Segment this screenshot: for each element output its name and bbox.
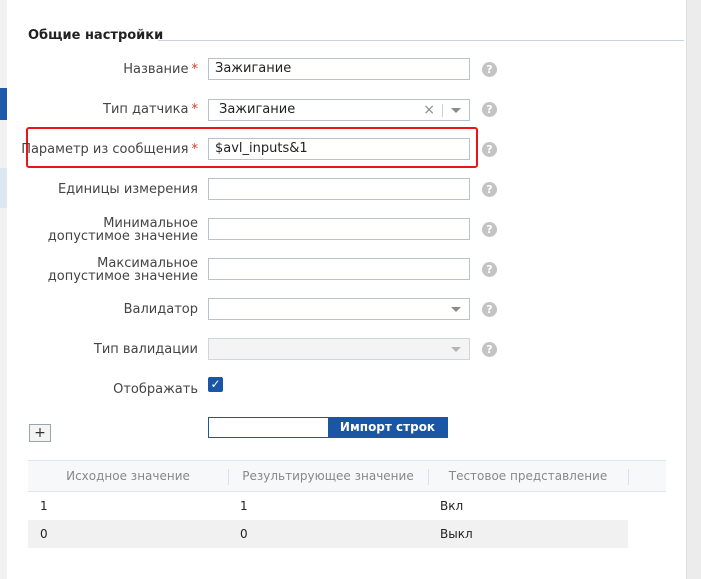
name-label: Название * [123, 62, 199, 77]
column-header[interactable]: Результирующее значение [228, 461, 428, 491]
help-icon[interactable]: ? [482, 342, 497, 357]
help-icon[interactable]: ? [482, 62, 497, 77]
display-label: Отображать [113, 382, 198, 397]
table-cell: 0 [240, 527, 248, 541]
left-sidebar-edge [0, 0, 7, 579]
chevron-down-icon [451, 347, 461, 352]
table-header: Исходное значение Результирующее значени… [28, 460, 666, 492]
help-icon[interactable]: ? [482, 302, 497, 317]
sidebar-active-marker [0, 88, 7, 120]
message-param-label: Параметр из сообщения * [21, 142, 199, 157]
table-cell: Выкл [440, 527, 473, 541]
units-input[interactable] [208, 178, 470, 200]
column-header[interactable]: Исходное значение [28, 461, 228, 491]
select-separator [442, 104, 443, 117]
validation-type-select [208, 338, 470, 360]
max-value-label: Максимальное допустимое значение [47, 256, 198, 284]
table-cell: 1 [240, 499, 248, 513]
required-marker: * [191, 142, 199, 157]
values-table: Исходное значение Результирующее значени… [28, 460, 666, 548]
vertical-scrollbar[interactable] [686, 0, 701, 579]
table-cell: 0 [40, 527, 48, 541]
table-row[interactable]: 1 1 Вкл [28, 492, 666, 520]
import-rows-button[interactable]: Импорт строк [328, 418, 447, 437]
clear-icon[interactable]: × [423, 100, 435, 120]
validator-select[interactable] [208, 298, 470, 320]
table-row[interactable]: 0 0 Выкл [28, 520, 628, 548]
section-title: Общие настройки [28, 28, 164, 43]
display-checkbox[interactable]: ✓ [208, 377, 223, 392]
help-icon[interactable]: ? [482, 102, 497, 117]
sidebar-item-edge[interactable] [0, 168, 7, 208]
help-icon[interactable]: ? [482, 142, 497, 157]
min-value-input[interactable] [208, 218, 470, 240]
table-cell: 1 [40, 499, 48, 513]
section-divider [158, 40, 684, 41]
max-value-input[interactable] [208, 258, 470, 280]
help-icon[interactable]: ? [482, 262, 497, 277]
chevron-down-icon[interactable] [451, 307, 461, 312]
column-divider[interactable] [628, 469, 629, 485]
add-row-button[interactable]: + [29, 424, 51, 442]
chevron-down-icon[interactable] [451, 108, 461, 113]
help-icon[interactable]: ? [482, 182, 497, 197]
required-marker: * [191, 102, 199, 117]
validator-label: Валидатор [123, 302, 198, 317]
name-input[interactable]: Зажигание [208, 58, 470, 80]
table-cell: Вкл [440, 499, 464, 513]
import-file-control[interactable]: Импорт строк [208, 417, 448, 438]
validation-type-label: Тип валидации [93, 342, 198, 357]
help-icon[interactable]: ? [482, 222, 497, 237]
min-value-label: Минимальное допустимое значение [47, 216, 198, 244]
sensor-type-label: Тип датчика * [103, 102, 199, 117]
units-label: Единицы измерения [57, 182, 198, 197]
column-header[interactable]: Тестовое представление [428, 461, 628, 491]
sensor-type-select[interactable]: Зажигание × [208, 99, 470, 121]
message-param-input[interactable]: $avl_inputs&1 [208, 138, 470, 160]
import-file-field[interactable] [209, 418, 328, 437]
required-marker: * [191, 62, 199, 77]
